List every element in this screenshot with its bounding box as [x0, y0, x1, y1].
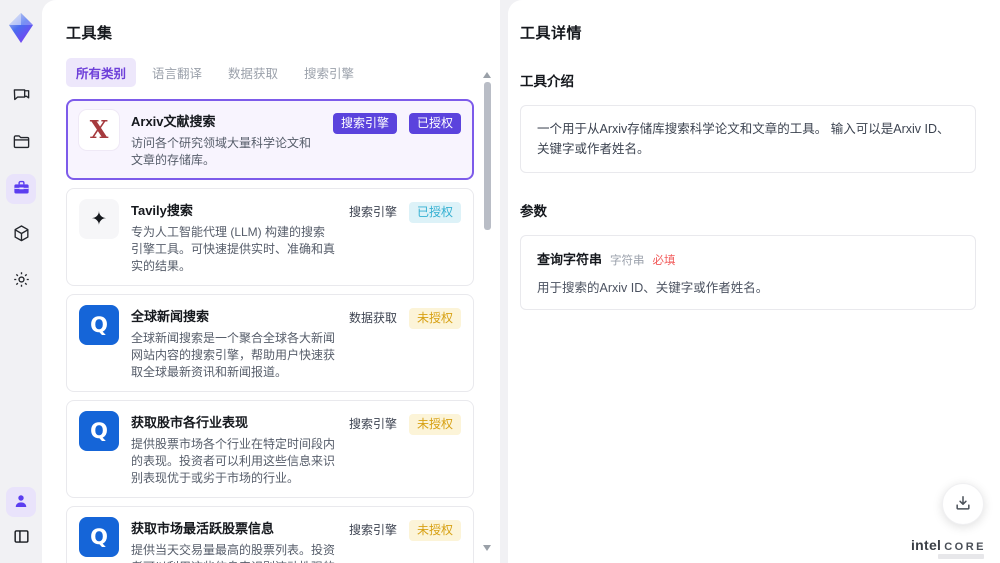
- intro-text: 一个用于从Arxiv存储库搜索科学论文和文章的工具。 输入可以是Arxiv ID…: [537, 122, 950, 156]
- rail-item-packages[interactable]: [6, 220, 36, 250]
- tool-badges: 搜索引擎 已授权: [349, 199, 461, 275]
- rail-item-settings[interactable]: [6, 266, 36, 296]
- blueq-icon: Q: [79, 517, 119, 557]
- panel-toggle-icon: [12, 527, 31, 549]
- rail-item-collapse[interactable]: [6, 523, 36, 553]
- tool-title: Tavily搜索: [131, 203, 193, 218]
- tool-card-main: Tavily搜索 专为人工智能代理 (LLM) 构建的搜索引擎工具。可快速提供实…: [131, 199, 337, 275]
- download-icon: [953, 493, 973, 516]
- arxiv-icon: X: [79, 110, 119, 150]
- scrollbar-thumb[interactable]: [483, 82, 491, 230]
- list-scrollbar[interactable]: [483, 72, 491, 551]
- param-type: 字符串: [610, 255, 645, 267]
- tool-card-main: 获取股市各行业表现 提供股票市场各个行业在特定时间段内的表现。投资者可以利用这些…: [131, 411, 337, 487]
- auth-badge: 未授权: [408, 308, 461, 329]
- tab-search[interactable]: 搜索引擎: [294, 58, 364, 87]
- rail-item-tools[interactable]: [6, 174, 36, 204]
- detail-title: 工具详情: [520, 25, 583, 42]
- auth-badge: 未授权: [408, 414, 461, 435]
- auth-badge: 已授权: [408, 113, 461, 134]
- tool-card[interactable]: Q 全球新闻搜索 全球新闻搜索是一个聚合全球各大新闻网站内容的搜索引擎，帮助用户…: [66, 294, 474, 392]
- tool-description: 专为人工智能代理 (LLM) 构建的搜索引擎工具。可快速提供实时、准确和真实的结…: [131, 225, 336, 273]
- brand-bar: [938, 554, 984, 559]
- tavily-icon: ✦: [79, 199, 119, 239]
- params-heading: 参数: [520, 204, 547, 219]
- intro-box: 一个用于从Arxiv存储库搜索科学论文和文章的工具。 输入可以是Arxiv ID…: [520, 105, 976, 173]
- tool-badges: 搜索引擎 已授权: [332, 110, 461, 169]
- tool-description: 提供股票市场各个行业在特定时间段内的表现。投资者可以利用这些信息来识别表现优于或…: [131, 437, 336, 485]
- tool-title: 全球新闻搜索: [131, 309, 210, 324]
- page-title: 工具集: [66, 25, 113, 42]
- scroll-down-arrow-icon[interactable]: [483, 545, 491, 551]
- blueq-icon: Q: [79, 411, 119, 451]
- category-tabs: 所有类别 语言翻译 数据获取 搜索引擎: [66, 58, 474, 87]
- tab-all[interactable]: 所有类别: [66, 58, 137, 87]
- left-rail: [0, 0, 42, 563]
- tool-card[interactable]: Q 获取股市各行业表现 提供股票市场各个行业在特定时间段内的表现。投资者可以利用…: [66, 400, 474, 498]
- brand-intel: intel: [910, 537, 942, 553]
- intel-core-logo: intel core: [910, 537, 986, 559]
- rail-item-user[interactable]: [6, 487, 36, 517]
- tool-card[interactable]: ✦ Tavily搜索 专为人工智能代理 (LLM) 构建的搜索引擎工具。可快速提…: [66, 188, 474, 286]
- category-badge: 数据获取: [348, 311, 397, 325]
- tab-translate[interactable]: 语言翻译: [142, 58, 212, 87]
- tool-detail-panel: 工具详情 工具介绍 一个用于从Arxiv存储库搜索科学论文和文章的工具。 输入可…: [508, 0, 1000, 563]
- tool-badges: 搜索引擎 未授权: [349, 517, 461, 563]
- tool-title: 获取市场最活跃股票信息: [131, 521, 275, 536]
- app-window: 工具集 所有类别 语言翻译 数据获取 搜索引擎 X Arxiv文献搜索 访问各个研究领…: [0, 0, 1000, 563]
- param-head: 查询字符串 字符串 必填: [537, 249, 959, 268]
- brand-core: core: [944, 541, 986, 553]
- tool-card-main: 获取市场最活跃股票信息 提供当天交易量最高的股票列表。投资者可以利用这些信息来识…: [131, 517, 337, 563]
- category-badge: 搜索引擎: [348, 417, 397, 431]
- auth-badge: 未授权: [408, 520, 461, 541]
- param-desc: 用于搜索的Arxiv ID、关键字或作者姓名。: [537, 281, 769, 295]
- tool-card[interactable]: X Arxiv文献搜索 访问各个研究领域大量科学论文和文章的存储库。 搜索引擎 …: [66, 99, 474, 180]
- tool-description: 提供当天交易量最高的股票列表。投资者可以利用这些信息来识别流动性强的股票和潜在的…: [131, 543, 336, 563]
- category-badge: 搜索引擎: [348, 205, 397, 219]
- tool-description: 全球新闻搜索是一个聚合全球各大新闻网站内容的搜索引擎，帮助用户快速获取全球最新资…: [131, 331, 336, 379]
- tool-title: Arxiv文献搜索: [131, 114, 216, 129]
- tool-title: 获取股市各行业表现: [131, 415, 249, 430]
- rail-item-files[interactable]: [6, 128, 36, 158]
- tool-card-main: Arxiv文献搜索 访问各个研究领域大量科学论文和文章的存储库。: [131, 110, 321, 169]
- category-badge: 搜索引擎: [332, 113, 397, 134]
- auth-badge: 已授权: [408, 202, 461, 223]
- param-required-badge: 必填: [652, 255, 676, 267]
- app-logo-icon: [7, 12, 35, 44]
- tool-badges: 数据获取 未授权: [349, 305, 461, 381]
- tool-card[interactable]: Q 获取市场最活跃股票信息 提供当天交易量最高的股票列表。投资者可以利用这些信息…: [66, 506, 474, 563]
- download-button[interactable]: [942, 483, 984, 525]
- tool-card-main: 全球新闻搜索 全球新闻搜索是一个聚合全球各大新闻网站内容的搜索引擎，帮助用户快速…: [131, 305, 337, 381]
- rail-item-chat[interactable]: [6, 82, 36, 112]
- param-box: 查询字符串 字符串 必填 用于搜索的Arxiv ID、关键字或作者姓名。: [520, 235, 976, 310]
- gear-icon: [12, 270, 31, 292]
- tool-list-panel: 工具集 所有类别 语言翻译 数据获取 搜索引擎 X Arxiv文献搜索 访问各个研究领…: [42, 0, 500, 563]
- toolbox-icon: [12, 178, 31, 200]
- tool-description: 访问各个研究领域大量科学论文和文章的存储库。: [131, 136, 312, 167]
- category-badge: 搜索引擎: [348, 523, 397, 537]
- folder-icon: [12, 132, 31, 154]
- tool-badges: 搜索引擎 未授权: [349, 411, 461, 487]
- tab-data[interactable]: 数据获取: [218, 58, 288, 87]
- tool-list: X Arxiv文献搜索 访问各个研究领域大量科学论文和文章的存储库。 搜索引擎 …: [66, 99, 474, 563]
- cube-icon: [12, 224, 31, 246]
- blueq-icon: Q: [79, 305, 119, 345]
- user-icon: [12, 492, 30, 513]
- scroll-up-arrow-icon[interactable]: [483, 72, 491, 78]
- intro-heading: 工具介绍: [520, 74, 574, 89]
- chat-icon: [12, 86, 31, 108]
- param-name: 查询字符串: [537, 252, 603, 267]
